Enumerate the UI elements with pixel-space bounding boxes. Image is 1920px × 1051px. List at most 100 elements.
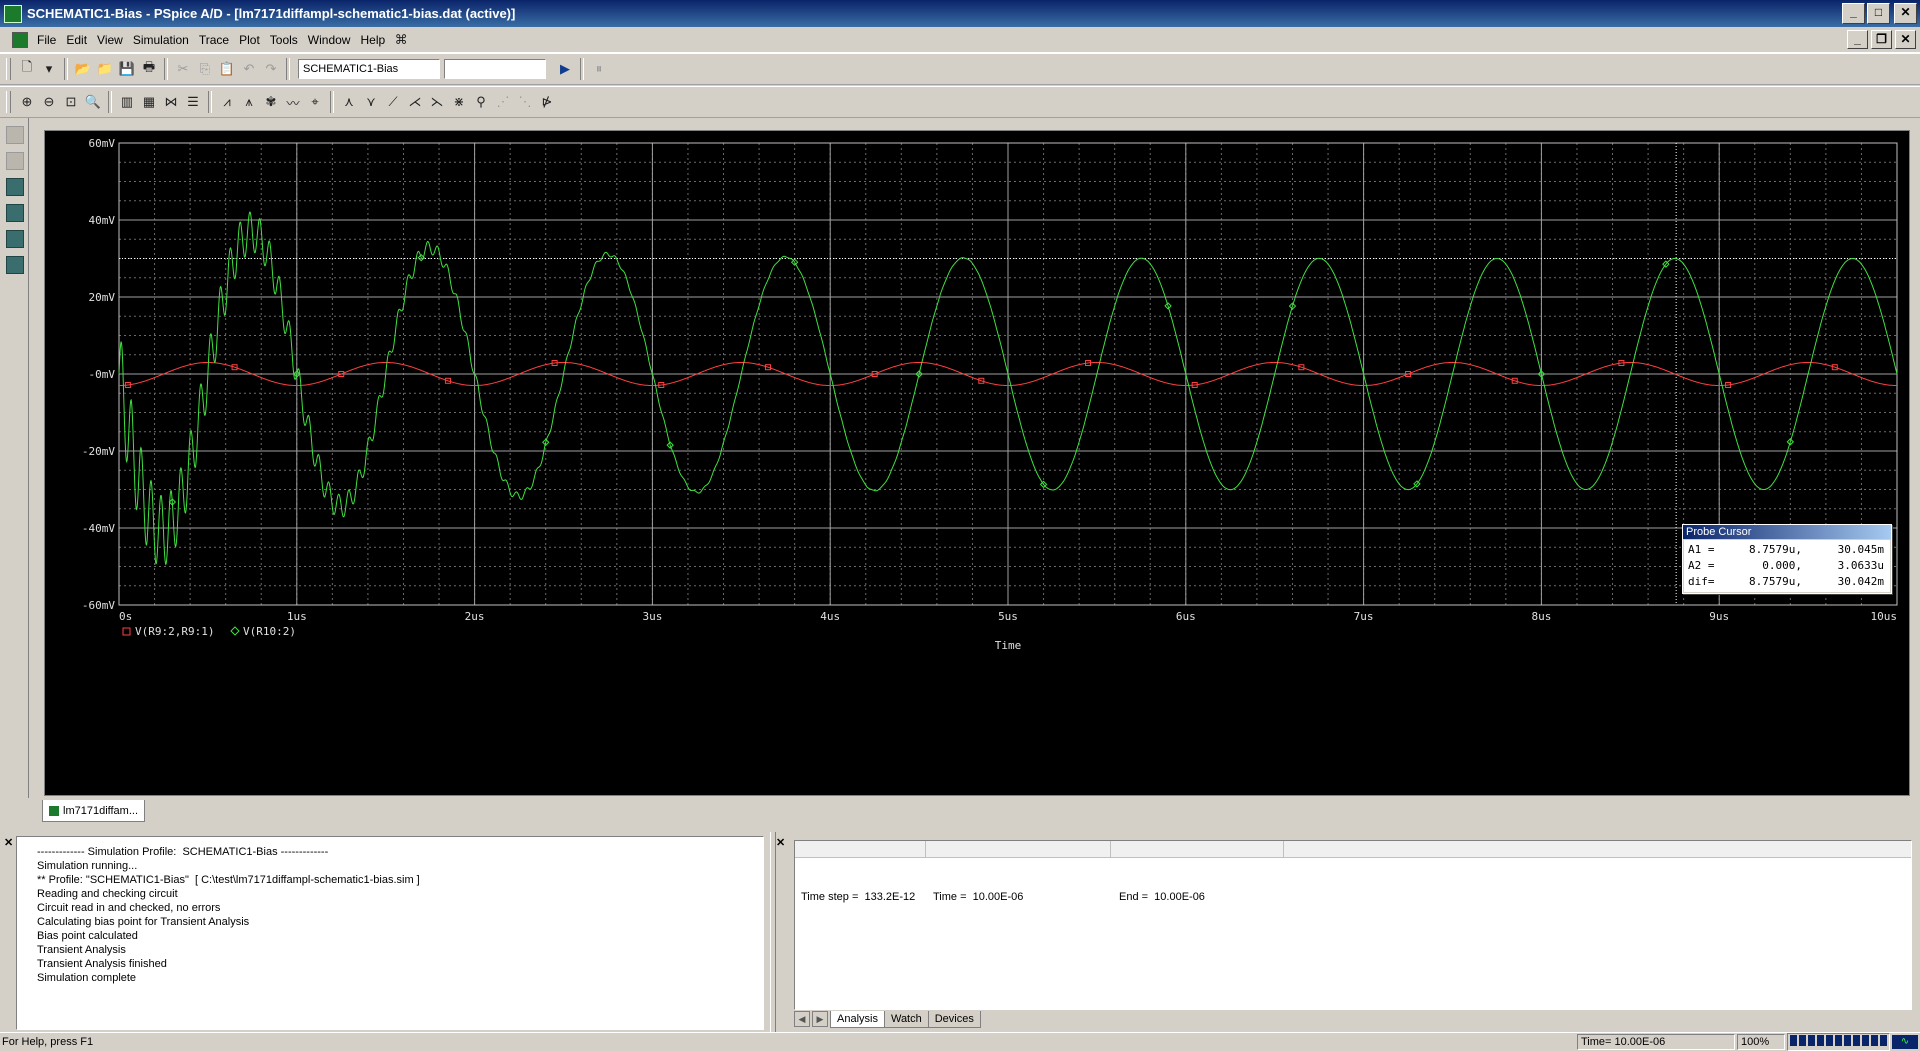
simulation-settings-icon[interactable] [6, 126, 24, 144]
menu-edit[interactable]: Edit [61, 33, 92, 47]
log-x-axis-icon[interactable]: ▥ [116, 91, 138, 113]
minimize-button[interactable]: _ [1842, 3, 1865, 24]
analysis-pane[interactable]: Time step = 133.2E-12 Time = 10.00E-06 E… [794, 840, 1912, 1010]
probe-cursor-panel[interactable]: Probe Cursor A1 = 8.7579u, 30.045m A2 = … [1682, 524, 1892, 594]
cursor-point-icon[interactable]: ⋇ [448, 91, 470, 113]
legend-label: V(R10:2) [243, 625, 296, 638]
title-bar: SCHEMATIC1-Bias - PSpice A/D - [lm7171di… [0, 0, 1920, 27]
menu-help[interactable]: Help [355, 33, 390, 47]
open-simulation-icon[interactable]: 📁 [94, 58, 116, 80]
mdi-close-button[interactable]: ✕ [1895, 30, 1916, 49]
pspice-app-icon [4, 4, 22, 23]
eval-goal-function-icon[interactable]: ⩚ [238, 91, 260, 113]
new-dropdown-icon[interactable]: ▾ [38, 58, 60, 80]
cut-icon[interactable]: ✂ [172, 58, 194, 80]
mark-label-icon[interactable]: 〰 [282, 91, 304, 113]
save-icon[interactable]: 💾 [116, 58, 138, 80]
close-button[interactable]: ✕ [1894, 3, 1917, 24]
cursor-trough-icon[interactable]: ⋎ [360, 91, 382, 113]
copy-icon[interactable]: ⎘ [194, 58, 216, 80]
tab-devices[interactable]: Devices [927, 1010, 981, 1028]
x-tick-label: 2us [465, 610, 485, 623]
simulation-profile-select[interactable]: SCHEMATIC1-Bias [298, 59, 440, 79]
cursor-slope-icon[interactable]: ⟋ [382, 91, 404, 113]
tab-watch[interactable]: Watch [883, 1010, 929, 1028]
y-tick-label: -40mV [82, 522, 115, 535]
x-tick-label: 0s [119, 610, 132, 623]
mdi-restore-button[interactable]: ❐ [1871, 30, 1892, 49]
menu-tools[interactable]: Tools [265, 33, 303, 47]
plot-window[interactable]: 60mV 40mV 20mV -0mV -20mV -40mV -60mV 0s 1us 2us 3… [44, 130, 1910, 796]
pane-splitter[interactable] [770, 832, 776, 1032]
analysis-status: Time step = 133.2E-12 Time = 10.00E-06 E… [801, 891, 1205, 903]
zoom-in-icon[interactable]: ⊕ [16, 91, 38, 113]
redo-icon[interactable]: ↷ [260, 58, 282, 80]
y-tick-label: -60mV [82, 599, 115, 612]
tab-scroll-right-icon[interactable]: ▶ [812, 1011, 828, 1027]
fourier-icon[interactable]: ▦ [138, 91, 160, 113]
simulation-output-pane[interactable]: ------------- Simulation Profile: SCHEMA… [16, 836, 764, 1030]
probe-cursor-title[interactable]: Probe Cursor [1683, 525, 1891, 539]
toggle-cursor-icon[interactable]: ⌖ [304, 91, 326, 113]
analysis-close-icon[interactable]: ✕ [776, 836, 785, 849]
new-file-icon[interactable]: 🗋 [16, 58, 38, 80]
menu-view[interactable]: View [92, 33, 128, 47]
next-transition-icon[interactable]: ⋰ [492, 91, 514, 113]
zoom-fit-icon[interactable]: 🔍 [82, 91, 104, 113]
mark-data-points-icon[interactable]: ⋫ [536, 91, 558, 113]
performance-analysis-icon[interactable]: ⋈ [160, 91, 182, 113]
add-trace-icon[interactable]: ⩘ [216, 91, 238, 113]
secondary-select[interactable] [444, 59, 546, 79]
view-netlist-icon[interactable] [6, 178, 24, 196]
status-zoom: 100% [1737, 1034, 1785, 1050]
open-folder-icon[interactable]: 📂 [72, 58, 94, 80]
undo-icon[interactable]: ↶ [238, 58, 260, 80]
probe-toolbar: ⊕ ⊖ ⊡ 🔍 ▥ ▦ ⋈ ☰ ⩘ ⩚ ✾ 〰 ⌖ ⋏ ⋎ ⟋ ⋌ ⋋ ⋇ ⚲ … [0, 86, 1920, 118]
maximize-button[interactable]: □ [1867, 3, 1890, 24]
x-tick-label: 5us [998, 610, 1018, 623]
document-tab-label: lm7171diffam... [63, 804, 139, 817]
cursor-max-icon[interactable]: ⋋ [426, 91, 448, 113]
pause-simulation-icon[interactable]: ⏸ [588, 58, 610, 80]
zoom-area-icon[interactable]: ⊡ [60, 91, 82, 113]
probe-x-value: 8.7579u, [1749, 543, 1802, 556]
probe-label: dif= [1688, 575, 1715, 588]
previous-transition-icon[interactable]: ⋱ [514, 91, 536, 113]
cursor-search-icon[interactable]: ⚲ [470, 91, 492, 113]
tab-analysis[interactable]: Analysis [830, 1010, 885, 1028]
cursor-min-icon[interactable]: ⋌ [404, 91, 426, 113]
run-simulation-icon[interactable]: ▶ [554, 58, 576, 80]
output-line: Transient Analysis finished [37, 958, 167, 970]
output-line: ** Profile: "SCHEMATIC1-Bias" [ C:\test\… [37, 874, 420, 886]
bias-display-icon[interactable] [6, 256, 24, 274]
menu-trace[interactable]: Trace [194, 33, 234, 47]
menu-plot[interactable]: Plot [234, 33, 265, 47]
tab-scroll-left-icon[interactable]: ◀ [794, 1011, 810, 1027]
paste-icon[interactable]: 📋 [216, 58, 238, 80]
x-axis-label: Time [995, 639, 1022, 652]
mdi-minimize-button[interactable]: _ [1847, 30, 1868, 49]
analysis-header [795, 841, 1911, 858]
print-icon[interactable]: 🖶 [138, 58, 160, 80]
document-system-icon[interactable] [12, 31, 28, 48]
document-tab[interactable]: lm7171diffam... [42, 800, 146, 822]
y-tick-label: 60mV [89, 137, 116, 150]
time-step-value: Time step = 133.2E-12 [801, 891, 916, 903]
output-line: Circuit read in and checked, no errors [37, 902, 221, 914]
menu-file[interactable]: File [32, 33, 61, 47]
probe-x-value: 8.7579u, [1749, 575, 1802, 588]
status-help-text: For Help, press F1 [2, 1036, 94, 1048]
markers-icon[interactable] [6, 230, 24, 248]
log-y-axis-icon[interactable]: ☰ [182, 91, 204, 113]
context-help-icon[interactable]: ⌘ [390, 29, 412, 51]
menu-window[interactable]: Window [303, 33, 356, 47]
output-close-icon[interactable]: ✕ [4, 836, 13, 849]
edit-profile-icon[interactable] [6, 152, 24, 170]
cursor-peak-icon[interactable]: ⋏ [338, 91, 360, 113]
color-trace-icon[interactable]: ✾ [260, 91, 282, 113]
waveform-plot[interactable]: 60mV 40mV 20mV -0mV -20mV -40mV -60mV 0s 1us 2us 3… [45, 131, 1909, 795]
view-output-file-icon[interactable] [6, 204, 24, 222]
menu-simulation[interactable]: Simulation [128, 33, 194, 47]
analysis-tabbar: ◀ ▶ Analysis Watch Devices [794, 1010, 1910, 1028]
zoom-out-icon[interactable]: ⊖ [38, 91, 60, 113]
